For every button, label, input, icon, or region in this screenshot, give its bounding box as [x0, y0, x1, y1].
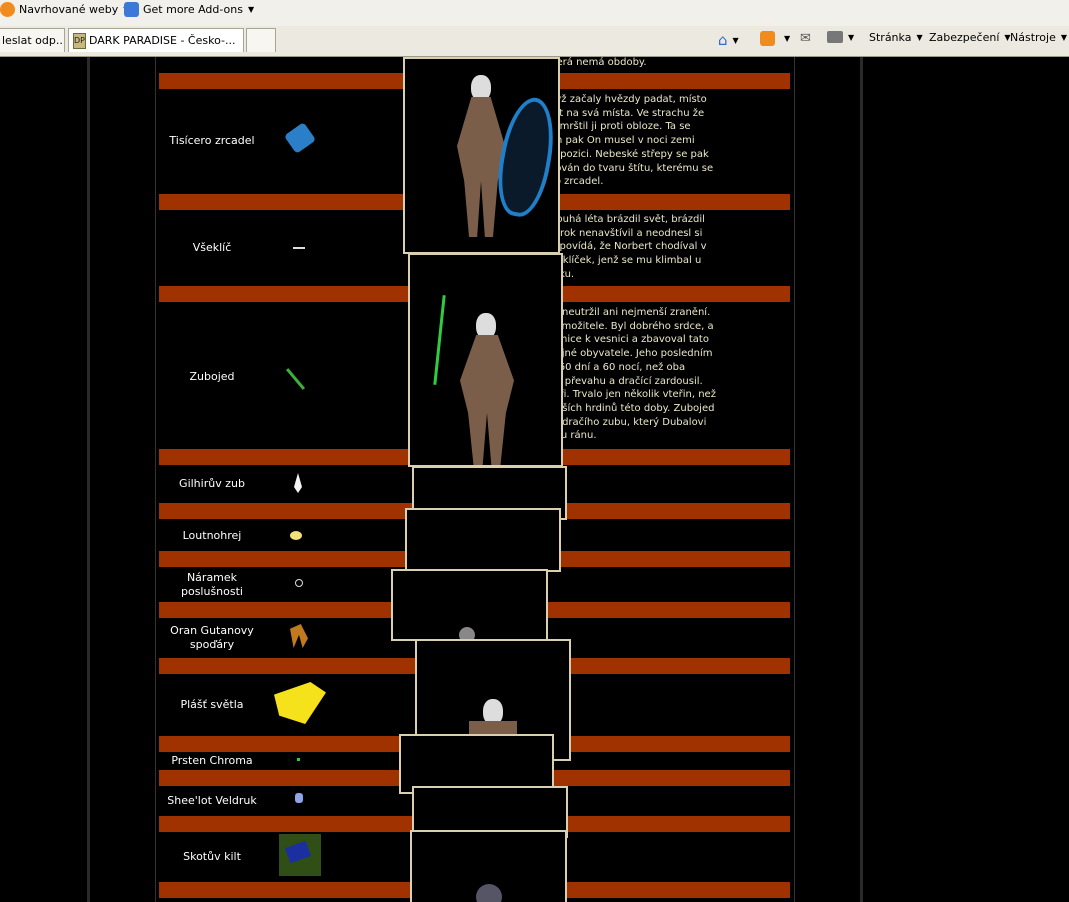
tab-1[interactable]: leslat odp... [0, 28, 65, 52]
mail-button[interactable]: ✉ [800, 31, 811, 46]
mail-icon: ✉ [800, 31, 811, 46]
item-name: Gilhirův zub [179, 477, 245, 490]
bracelet-icon [295, 579, 303, 587]
item-name: Shee'lot Veldruk [167, 794, 257, 807]
sword-image [433, 295, 446, 385]
item-name: Prsten Chroma [171, 754, 253, 767]
trousers-icon [290, 624, 308, 648]
hero-shield-image [403, 57, 560, 254]
figure-body [457, 97, 505, 237]
tools-menu[interactable]: Nástroje ▼ [1010, 31, 1067, 44]
item-name: Loutnohrej [182, 529, 242, 542]
item-name: Oran Gutanovy spoďáry [170, 624, 254, 651]
print-icon [827, 31, 843, 43]
favorites-bar: Navrhované weby▼ Get more Add-ons▼ [0, 0, 1069, 27]
image-popup [399, 734, 554, 794]
cloak-icon [274, 682, 326, 724]
security-menu[interactable]: Zabezpečení ▼ [929, 31, 1011, 44]
image-popup [391, 569, 548, 641]
left-divider [87, 57, 90, 902]
chevron-down-icon: ▼ [784, 34, 791, 43]
tooth-icon [294, 473, 302, 493]
suggested-sites-icon [0, 2, 15, 17]
kilt-icon [279, 834, 321, 876]
site-favicon: DP [73, 32, 86, 49]
image-popup [410, 830, 567, 902]
shield-image [490, 93, 558, 221]
artifact-name: Tisícero zrcadel [169, 134, 255, 147]
artifact-description: O potulném že nikdy v bitvě neutržil ani… [412, 307, 716, 442]
item-name: Skotův kilt [183, 850, 241, 863]
rss-icon [760, 31, 775, 46]
right-divider [860, 57, 863, 902]
kilt-pattern [284, 840, 312, 864]
new-tab-button[interactable] [246, 28, 276, 52]
image-popup [405, 508, 561, 572]
sword-icon [285, 368, 306, 390]
figure-head [476, 884, 502, 902]
web-page: anou zbraní, která nemá obdoby. Tisícero… [0, 57, 1069, 902]
hero-sword-image [408, 253, 563, 467]
addons-icon [124, 2, 139, 17]
chevron-down-icon: ▼ [848, 32, 855, 42]
feeds-button[interactable]: ▼ [760, 31, 790, 46]
item-name: Plášť světla [180, 698, 244, 711]
get-addons-link[interactable]: Get more Add-ons ▼ [124, 2, 254, 17]
key-icon [293, 247, 305, 249]
chevron-down-icon: ▼ [732, 35, 739, 45]
amulet-icon [295, 793, 303, 803]
chevron-down-icon: ▼ [1060, 33, 1068, 42]
lute-icon [290, 531, 302, 540]
home-icon: ⌂ [718, 31, 728, 49]
chevron-down-icon: ▼ [248, 5, 255, 14]
close-icon[interactable]: ✕ [241, 33, 243, 48]
page-menu[interactable]: Stránka ▼ [869, 31, 923, 44]
artifact-name: Všeklíč [192, 241, 232, 254]
shield-icon [283, 122, 317, 154]
home-button[interactable]: ⌂ ▼ [718, 31, 739, 49]
figure-body [460, 335, 514, 465]
item-name: Náramek poslušnosti [180, 571, 243, 598]
suggested-sites-link[interactable]: Navrhované weby▼ [0, 2, 129, 17]
print-button[interactable]: ▼ [827, 31, 854, 43]
ring-icon [297, 758, 300, 761]
artifact-name: Zubojed [189, 370, 235, 383]
chevron-down-icon: ▼ [916, 33, 923, 42]
tab-2[interactable]: DP DARK PARADISE - Česko-... ✕ [68, 28, 244, 52]
